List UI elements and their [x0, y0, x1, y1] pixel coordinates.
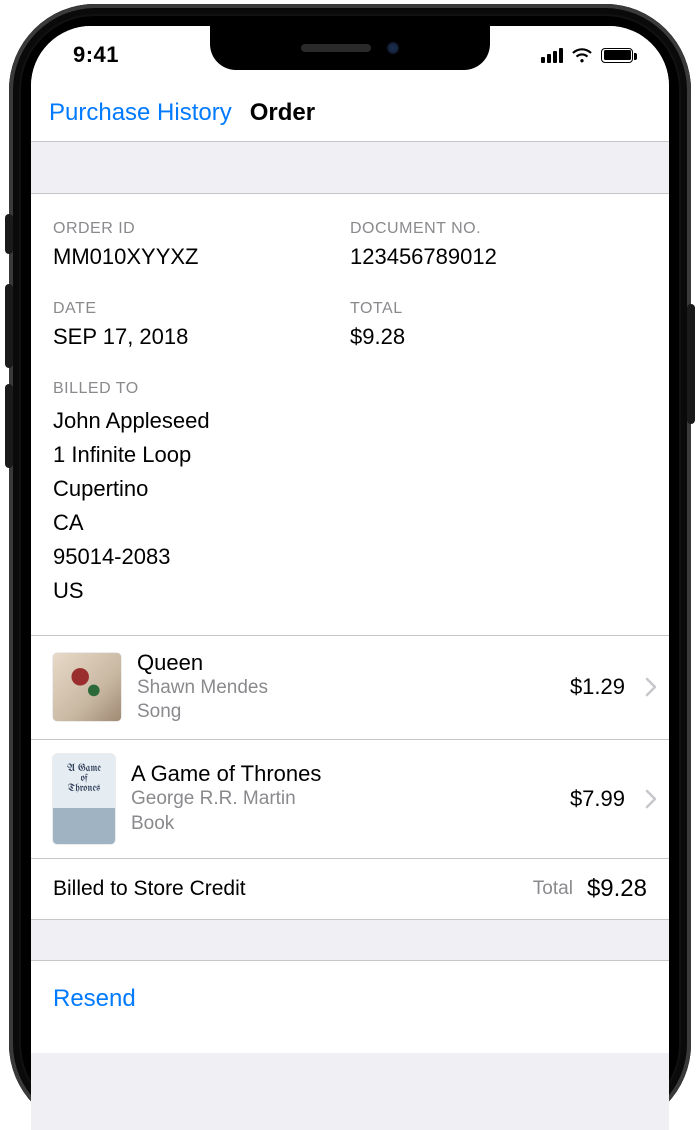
document-no-value: 123456789012: [350, 244, 647, 270]
item-title: A Game of Thrones: [131, 761, 554, 787]
item-info: Queen Shawn Mendes Song: [137, 650, 554, 725]
page-title: Order: [250, 99, 315, 127]
resend-section: Resend: [31, 961, 669, 1053]
chevron-right-icon: [645, 677, 657, 697]
billing-country: US: [53, 574, 647, 608]
navbar: Purchase History Order: [31, 84, 669, 142]
totals-value: $9.28: [587, 875, 647, 903]
resend-button[interactable]: Resend: [53, 985, 136, 1012]
date-label: DATE: [53, 300, 350, 318]
section-gap: [31, 919, 669, 961]
cellular-signal-icon: [541, 47, 563, 63]
billing-name: John Appleseed: [53, 404, 647, 438]
status-time: 9:41: [73, 42, 119, 68]
item-artwork: A GameofThrones: [53, 754, 115, 844]
payment-method: Billed to Store Credit: [53, 877, 533, 901]
billed-to-label: BILLED TO: [53, 380, 647, 398]
order-item[interactable]: Queen Shawn Mendes Song $1.29: [31, 635, 669, 739]
wifi-icon: [571, 47, 593, 63]
item-price: $7.99: [570, 786, 629, 812]
totals-row: Billed to Store Credit Total $9.28: [31, 858, 669, 919]
status-icons: [541, 47, 633, 63]
chevron-right-icon: [645, 789, 657, 809]
volume-up-button: [5, 284, 13, 368]
notch: [210, 26, 490, 70]
item-subtitle: Shawn Mendes: [137, 676, 554, 701]
item-title: Queen: [137, 650, 554, 676]
volume-down-button: [5, 384, 13, 468]
document-no-label: DOCUMENT NO.: [350, 220, 647, 238]
back-button[interactable]: Purchase History: [49, 99, 232, 127]
billing-zip: 95014-2083: [53, 540, 647, 574]
date-cell: DATE SEP 17, 2018: [53, 300, 350, 350]
battery-icon: [601, 48, 633, 63]
content: ORDER ID MM010XYYXZ DOCUMENT NO. 1234567…: [31, 142, 669, 1053]
power-button: [687, 304, 695, 424]
device-frame: 9:41 Purchase History Order O: [9, 4, 691, 1130]
total-label: TOTAL: [350, 300, 647, 318]
speaker-grille: [301, 44, 371, 52]
item-artwork: [53, 653, 121, 721]
billing-city: Cupertino: [53, 472, 647, 506]
billing-street: 1 Infinite Loop: [53, 438, 647, 472]
totals-label: Total: [533, 878, 573, 900]
order-summary: ORDER ID MM010XYYXZ DOCUMENT NO. 1234567…: [31, 194, 669, 635]
item-kind: Song: [137, 700, 554, 725]
billed-to-section: BILLED TO John Appleseed 1 Infinite Loop…: [53, 380, 647, 609]
section-gap: [31, 142, 669, 194]
front-camera: [387, 42, 399, 54]
item-info: A Game of Thrones George R.R. Martin Boo…: [131, 761, 554, 836]
date-value: SEP 17, 2018: [53, 324, 350, 350]
item-price: $1.29: [570, 674, 629, 700]
document-no-cell: DOCUMENT NO. 123456789012: [350, 220, 647, 270]
order-id-label: ORDER ID: [53, 220, 350, 238]
total-value: $9.28: [350, 324, 647, 350]
item-subtitle: George R.R. Martin: [131, 787, 554, 812]
nav-back-label: Purchase History: [49, 99, 232, 127]
screen: 9:41 Purchase History Order O: [31, 26, 669, 1130]
order-items: Queen Shawn Mendes Song $1.29 A GameofTh…: [31, 635, 669, 858]
mute-switch: [5, 214, 13, 254]
order-id-value: MM010XYYXZ: [53, 244, 350, 270]
item-kind: Book: [131, 812, 554, 837]
billing-state: CA: [53, 506, 647, 540]
order-id-cell: ORDER ID MM010XYYXZ: [53, 220, 350, 270]
order-item[interactable]: A GameofThrones A Game of Thrones George…: [31, 739, 669, 858]
total-cell: TOTAL $9.28: [350, 300, 647, 350]
